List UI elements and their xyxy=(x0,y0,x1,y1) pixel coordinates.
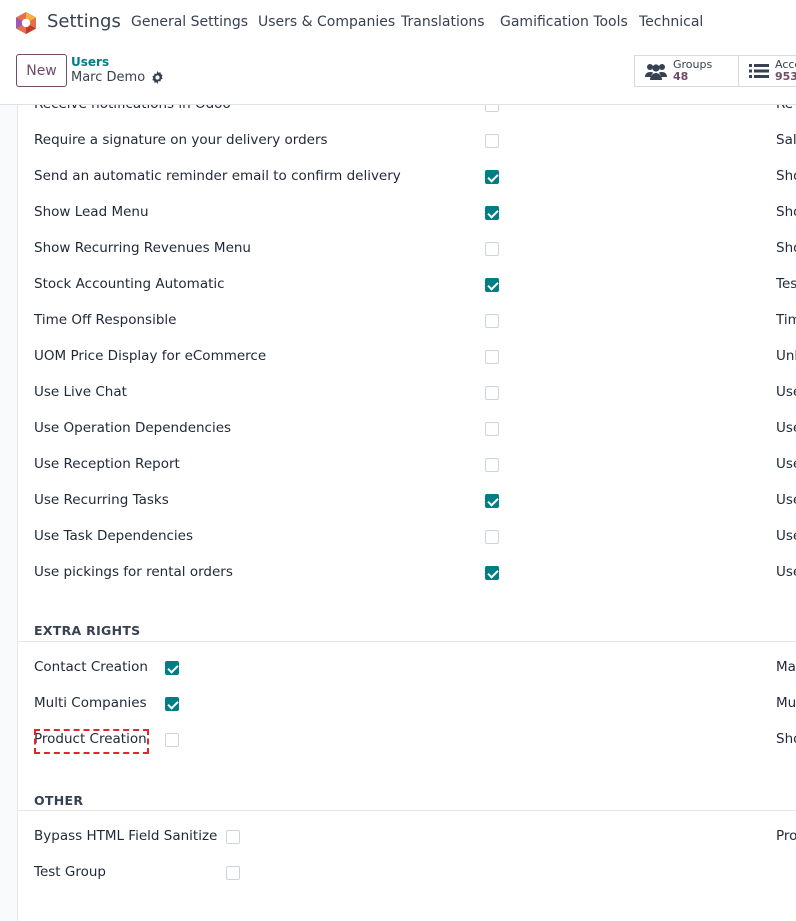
right-column-label: Sho xyxy=(776,168,796,184)
right-column-label: Use xyxy=(776,456,796,472)
checkbox-require-a-signature-on-your-delivery-orders[interactable] xyxy=(485,134,499,148)
groups-count: 48 xyxy=(673,70,689,83)
checkbox-use-recurring-tasks[interactable] xyxy=(485,494,499,508)
field-label-time-off-responsible: Time Off Responsible xyxy=(34,312,177,328)
right-column-label: Use xyxy=(776,564,796,580)
right-column-label: Sho xyxy=(776,240,796,256)
field-label-contact-creation: Contact Creation xyxy=(34,659,148,675)
checkbox-product-creation[interactable] xyxy=(165,733,179,747)
checkbox-bypass-html-field-sanitize[interactable] xyxy=(226,830,240,844)
list-icon xyxy=(749,64,769,78)
breadcrumb-current: Marc Demo xyxy=(71,70,164,85)
users-group-icon xyxy=(645,64,667,80)
field-label-show-lead-menu: Show Lead Menu xyxy=(34,204,149,220)
control-panel: New Users Marc Demo Groups 48 Acc 953 xyxy=(0,46,796,105)
top-navbar: Settings General Settings Users & Compan… xyxy=(0,0,796,46)
right-column-label: Use xyxy=(776,528,796,544)
checkbox-stock-accounting-automatic[interactable] xyxy=(485,278,499,292)
checkbox-use-pickings-for-rental-orders[interactable] xyxy=(485,566,499,580)
right-column-label: Mu xyxy=(776,695,796,711)
right-column-label: Use xyxy=(776,492,796,508)
extra-rights-section-title: EXTRA RIGHTS xyxy=(34,623,141,638)
right-column-label: Sal xyxy=(776,132,796,148)
field-label-test-group: Test Group xyxy=(34,864,106,880)
field-label-require-a-signature-on-your-delivery-orders: Require a signature on your delivery ord… xyxy=(34,132,328,148)
field-label-send-an-automatic-reminder-email-to-confirm-delivery: Send an automatic reminder email to conf… xyxy=(34,168,401,184)
record-name: Marc Demo xyxy=(71,70,146,85)
user-form-sheet: Receive notifications in Odoo Re Require a… xyxy=(17,105,796,921)
menu-users-companies[interactable]: Users & Companies xyxy=(258,14,395,30)
right-column-label: Sho xyxy=(776,731,796,747)
new-button[interactable]: New xyxy=(16,54,67,87)
app-name[interactable]: Settings xyxy=(47,11,121,32)
right-column-label: Re xyxy=(776,105,793,112)
field-label-use-reception-report: Use Reception Report xyxy=(34,456,180,472)
right-column-label: Tes xyxy=(776,276,796,292)
menu-technical[interactable]: Technical xyxy=(639,14,703,30)
right-column-label: Pro xyxy=(776,828,796,844)
field-label-use-pickings-for-rental-orders: Use pickings for rental orders xyxy=(34,564,233,580)
focus-highlight xyxy=(34,729,149,754)
checkbox-show-recurring-revenues-menu[interactable] xyxy=(485,242,499,256)
menu-gamification-tools[interactable]: Gamification Tools xyxy=(500,14,628,30)
field-label-bypass-html-field-sanitize: Bypass HTML Field Sanitize xyxy=(34,828,218,844)
checkbox-send-an-automatic-reminder-email-to-confirm-delivery[interactable] xyxy=(485,170,499,184)
field-label-uom-price-display-for-ecommerce: UOM Price Display for eCommerce xyxy=(34,348,267,364)
odoo-settings-logo-icon[interactable] xyxy=(15,11,37,35)
access-rights-smart-button[interactable]: Acce 953 xyxy=(738,55,796,87)
extra-rights-divider xyxy=(18,641,796,642)
access-rights-count: 953 xyxy=(775,70,796,83)
checkbox-multi-companies[interactable] xyxy=(165,697,179,711)
field-label-use-task-dependencies: Use Task Dependencies xyxy=(34,528,194,544)
menu-general-settings[interactable]: General Settings xyxy=(131,14,248,30)
breadcrumb-parent[interactable]: Users xyxy=(71,55,109,69)
checkbox-use-task-dependencies[interactable] xyxy=(485,530,499,544)
checkbox-use-live-chat[interactable] xyxy=(485,386,499,400)
right-column-label: Unl xyxy=(776,348,796,364)
checkbox-show-lead-menu[interactable] xyxy=(485,206,499,220)
field-label-use-operation-dependencies: Use Operation Dependencies xyxy=(34,420,232,436)
right-column-label: Ma xyxy=(776,659,796,675)
checkbox-test-group[interactable] xyxy=(226,866,240,880)
field-label-multi-companies: Multi Companies xyxy=(34,695,147,711)
other-section-title: OTHER xyxy=(34,793,84,808)
right-column-label: Use xyxy=(776,384,796,400)
field-label-show-recurring-revenues-menu: Show Recurring Revenues Menu xyxy=(34,240,251,256)
groups-smart-button[interactable]: Groups 48 xyxy=(634,55,739,87)
field-label-use-live-chat: Use Live Chat xyxy=(34,384,127,400)
field-label-receive-notifications-in-odoo: Receive notifications in Odoo xyxy=(34,105,231,112)
checkbox-use-operation-dependencies[interactable] xyxy=(485,422,499,436)
other-divider xyxy=(18,810,796,811)
field-label-stock-accounting-automatic: Stock Accounting Automatic xyxy=(34,276,225,292)
field-label-use-recurring-tasks: Use Recurring Tasks xyxy=(34,492,169,508)
checkbox-uom-price-display-for-ecommerce[interactable] xyxy=(485,350,499,364)
menu-translations[interactable]: Translations xyxy=(401,14,485,30)
checkbox-time-off-responsible[interactable] xyxy=(485,314,499,328)
checkbox-contact-creation[interactable] xyxy=(165,661,179,675)
right-column-label: Use xyxy=(776,420,796,436)
right-column-label: Sho xyxy=(776,204,796,220)
checkbox-receive-notifications-in-odoo[interactable] xyxy=(485,105,499,112)
right-column-label: Tim xyxy=(776,312,796,328)
checkbox-use-reception-report[interactable] xyxy=(485,458,499,472)
gear-icon[interactable] xyxy=(151,71,164,84)
